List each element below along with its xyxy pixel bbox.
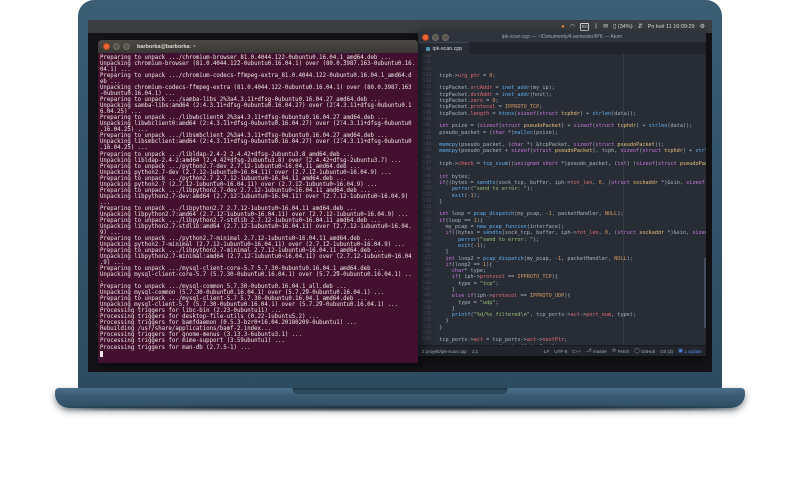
status-fetch[interactable]: ⟳ Fetch <box>612 349 629 354</box>
terminal-line: Unpacking libldap-2.4-2:amd64 (2.4.42+df… <box>100 157 402 164</box>
package-updates-label: 1 update <box>684 348 702 354</box>
laptop-screen-bezel: ● ◠ En ᛒ ✉ ▯ (34%) ⇵ Po kvě 11 16:09:29 ⚙ ipk-sca… <box>78 0 722 390</box>
bluetooth-indicator[interactable]: ᛒ <box>594 24 598 30</box>
terminal-maximize-button[interactable] <box>123 43 130 50</box>
atom-tab-bar: ipk-scan.cpp <box>418 42 706 54</box>
file-type-icon <box>426 46 430 51</box>
git-branch-label: master <box>593 348 608 354</box>
battery-label: (34%) <box>617 23 633 30</box>
terminal-body[interactable]: Preparing to unpack .../chromium-browser… <box>98 53 418 363</box>
status-github[interactable]: ◯ GitHub <box>634 349 655 354</box>
bluetooth-icon: ᛒ <box>594 23 599 30</box>
terminal-cursor <box>100 351 104 357</box>
terminal-prompt-line <box>100 351 416 357</box>
atom-minimize-button[interactable] <box>432 34 439 41</box>
status-file-path[interactable]: 2.projekt/ipk-scan.cpp <box>422 349 467 354</box>
terminal-window: barborka@barborka: ~ Preparing to unpack… <box>98 40 418 363</box>
network-icon: ◠ <box>569 23 575 30</box>
git-branch-icon: ⎇ <box>586 348 592 354</box>
atom-title-bar[interactable]: ipk-scan.cpp — ~/Dokumenty/4.semester/IP… <box>418 31 706 42</box>
status-git-changes[interactable]: Git (3) <box>660 349 673 354</box>
grammar-label: C++ <box>572 348 581 354</box>
status-cursor-position[interactable]: 1:1 <box>472 349 478 354</box>
atom-gutter: 530 531 532 533 534 535 536 537 538 539 540 541 542 5… <box>418 54 433 345</box>
atom-close-button[interactable] <box>422 34 429 41</box>
clock-indicator[interactable]: Po kvě 11 16:09:29 <box>648 24 695 30</box>
terminal-line: Unpacking samba-libs:amd64 (2:4.3.11+dfs… <box>100 103 412 110</box>
terminal-line: Preparing to unpack .../libpython2.7-std… <box>100 217 381 224</box>
status-line-ending[interactable]: LF <box>544 349 549 354</box>
status-grammar[interactable]: C++ <box>572 349 581 354</box>
terminal-minimize-button[interactable] <box>113 43 120 50</box>
status-encoding[interactable]: UTF-8 <box>554 349 567 354</box>
terminal-line: Unpacking python2.7 (2.7.12-1ubuntu0~16.… <box>100 181 378 188</box>
terminal-line: Unpacking chromium-browser (81.0.4044.12… <box>100 61 416 68</box>
tab-label: ipk-scan.cpp <box>432 45 463 52</box>
git-changes-label: Git (3) <box>660 348 674 354</box>
terminal-line: Unpacking libpython2.7:amd64 (2.7.12-1ub… <box>100 211 409 218</box>
gutter-line-number: 575 <box>422 337 431 343</box>
line-ending-label: LF <box>543 348 550 354</box>
battery-indicator[interactable]: ▯ (34%) <box>613 24 632 30</box>
github-label: GitHub <box>640 348 656 354</box>
atom-window-title: ipk-scan.cpp — ~/Dokumenty/4.semester/IP… <box>501 33 623 40</box>
mail-indicator[interactable]: ✉ <box>603 24 608 30</box>
tab-ipk-scan-cpp[interactable]: ipk-scan.cpp <box>419 42 470 54</box>
app-indicator-indicator[interactable]: ● <box>561 24 565 30</box>
keyboard-layout-label: En <box>579 22 590 31</box>
atom-window: ipk-scan.cpp — ~/Dokumenty/4.semester/IP… <box>418 31 706 356</box>
app-indicator-icon: ● <box>561 23 565 30</box>
battery-icon: ▯ <box>613 23 617 30</box>
screenshot-canvas: ● ◠ En ᛒ ✉ ▯ (34%) ⇵ Po kvě 11 16:09:29 ⚙ ipk-sca… <box>0 0 800 477</box>
network-traffic-icon: ⇵ <box>637 23 643 30</box>
github-icon: ◯ <box>634 348 640 354</box>
terminal-window-title: barborka@barborka: ~ <box>137 43 197 50</box>
atom-status-bar: 2.projekt/ipk-scan.cpp 1:1 LF UTF-8 C++ ⎇ ma… <box>418 345 706 356</box>
package-updates-icon: ▣ <box>678 348 683 354</box>
trackpad-notch <box>292 388 508 394</box>
atom-editor[interactable]: 530 531 532 533 534 535 536 537 538 539 540 541 542 5… <box>418 54 706 345</box>
terminal-line: Unpacking mysql-client-core-5.7 (5.7.30-… <box>100 272 412 279</box>
network-indicator[interactable]: ◠ <box>570 24 575 30</box>
status-right-group: LF UTF-8 C++ ⎇ master ⟳ Fetch ◯ GitHub Git (3) ▣ 1 … <box>544 349 702 354</box>
atom-maximize-button[interactable] <box>442 34 449 41</box>
desktop-display: ● ◠ En ᛒ ✉ ▯ (34%) ⇵ Po kvě 11 16:09:29 ⚙ ipk-sca… <box>88 20 712 372</box>
encoding-label: UTF-8 <box>554 348 568 354</box>
session-menu-icon: ⚙ <box>699 23 705 30</box>
code-line: my_pcap = new_pcap_funcion(interface); <box>433 344 706 345</box>
terminal-line: Preparing to unpack .../chromium-codecs-… <box>100 73 412 80</box>
status-git-branch[interactable]: ⎇ master <box>586 349 607 354</box>
mail-icon: ✉ <box>603 23 609 30</box>
session-menu-indicator[interactable]: ⚙ <box>700 24 705 30</box>
fetch-icon: ⟳ <box>612 348 617 354</box>
atom-code[interactable]: tcph->urg_ptr = 0; tcpPacket.srcAddr = i… <box>433 54 706 345</box>
status-package-updates[interactable]: ▣ 1 update <box>678 349 702 354</box>
fetch-label: Fetch <box>617 348 630 354</box>
terminal-close-button[interactable] <box>103 43 110 50</box>
terminal-title-bar[interactable]: barborka@barborka: ~ <box>98 40 418 53</box>
clock-label: Po kvě 11 16:09:29 <box>647 23 695 30</box>
terminal-line: Unpacking libpython2.7-minimal:amd64 (2.… <box>100 254 412 261</box>
terminal-line: Preparing to unpack .../libpython2.7-dev… <box>100 187 371 194</box>
terminal-line: Unpacking libpython2.7-dev:amd64 (2.7.12… <box>100 193 409 200</box>
keyboard-layout-indicator[interactable]: En <box>579 22 590 31</box>
terminal-line: Unpacking libpython2.7-stdlib:amd64 (2.7… <box>100 223 412 230</box>
laptop-base <box>55 388 745 408</box>
network-traffic-indicator[interactable]: ⇵ <box>638 24 643 30</box>
terminal-line: Unpacking python2.7-dev (2.7.12-1ubuntu0… <box>100 169 392 176</box>
